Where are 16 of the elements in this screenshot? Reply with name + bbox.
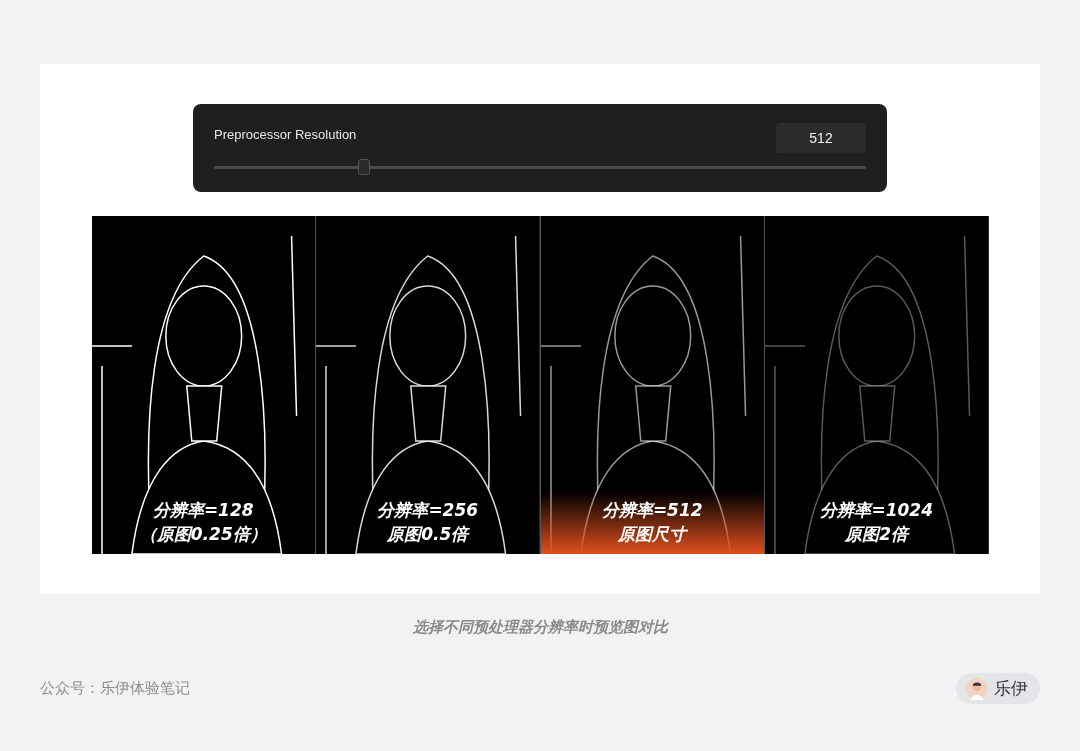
resolution-label: 分辨率=512 [601,499,703,522]
scale-label: （原图0.25倍） [139,523,267,546]
slider[interactable] [214,159,866,175]
figure-caption: 选择不同预处理器分辨率时预览图对比 [411,618,670,637]
scale-label: 原图2倍 [845,523,909,546]
scale-label: 原图0.5倍 [387,523,469,546]
resolution-label: 分辨率=1024 [820,499,934,522]
value-field[interactable]: 512 [776,123,866,153]
slider-thumb[interactable] [357,159,370,175]
scale-label: 原图尺寸 [618,523,687,546]
slider-label: Preprocessor Resolution [214,126,357,142]
source-text: 公众号：乐伊体验笔记 [40,679,190,698]
resolution-label: 分辨率=256 [377,499,479,522]
resolution-label: 分辨率=128 [152,499,254,522]
author-name: 乐伊 [994,677,1028,700]
avatar-icon [966,677,988,700]
